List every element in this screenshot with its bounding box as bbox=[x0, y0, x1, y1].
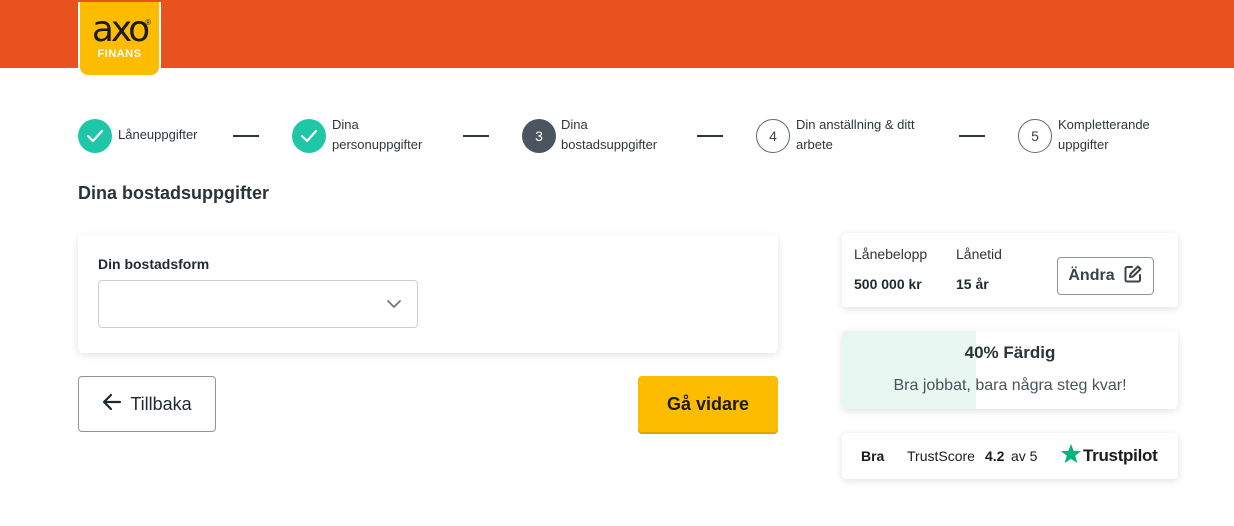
step-connector bbox=[697, 135, 723, 137]
loan-term-value: 15 år bbox=[956, 276, 989, 292]
loan-summary-card: Lånebelopp 500 000 kr Lånetid 15 år Ändr… bbox=[842, 233, 1178, 307]
step-4-label-line2: arbete bbox=[796, 137, 833, 152]
step-3-label: Dina bostadsuppgifter bbox=[561, 115, 657, 155]
continue-button[interactable]: Gå vidare bbox=[638, 376, 778, 432]
edit-loan-button[interactable]: Ändra bbox=[1057, 257, 1154, 295]
step-2-label: Dina personuppgifter bbox=[332, 115, 422, 155]
edit-button-label: Ändra bbox=[1068, 267, 1115, 284]
progress-title: 40% Färdig bbox=[964, 343, 1056, 362]
edit-icon bbox=[1123, 264, 1143, 289]
trust-score-value: 4.2 bbox=[985, 448, 1005, 464]
step-3-number: 3 bbox=[522, 119, 556, 153]
housing-form-card: Din bostadsform bbox=[78, 235, 778, 353]
step-5-label-line1: Kompletterande bbox=[1058, 117, 1150, 132]
logo-registered-mark: ® bbox=[145, 18, 151, 27]
trust-score-suffix: av 5 bbox=[1011, 448, 1038, 464]
progress-card: 40% Färdig Bra jobbat, bara några steg k… bbox=[842, 331, 1178, 409]
housing-type-label: Din bostadsform bbox=[98, 256, 210, 272]
step-5-label: Kompletterande uppgifter bbox=[1058, 115, 1150, 155]
step-2-label-line2: personuppgifter bbox=[332, 137, 423, 152]
step-5-number: 5 bbox=[1018, 119, 1052, 153]
step-3-label-line2: bostadsuppgifter bbox=[561, 137, 658, 152]
trustpilot-widget[interactable]: Bra TrustScore 4.2 av 5 Trustpilot bbox=[842, 433, 1178, 479]
step-1-label: Låneuppgifter bbox=[118, 125, 198, 145]
loan-term-label: Lånetid bbox=[956, 246, 1002, 262]
step-3-label-line1: Dina bbox=[561, 117, 588, 132]
trust-score-label: TrustScore bbox=[907, 448, 975, 464]
axo-finans-logo[interactable]: axo ® FINANS bbox=[78, 2, 161, 77]
top-header-bar bbox=[0, 0, 1234, 68]
step-4-label-line1: Din anställning & ditt bbox=[796, 117, 915, 132]
trustpilot-wordmark: Trustpilot bbox=[1083, 446, 1158, 465]
progress-subtitle: Bra jobbat, bara några steg kvar! bbox=[893, 377, 1127, 394]
step-5-label-line2: uppgifter bbox=[1058, 137, 1109, 152]
trustpilot-star-icon bbox=[1060, 443, 1082, 470]
step-4-label: Din anställning & ditt arbete bbox=[796, 115, 915, 155]
step-2-label-line1: Dina bbox=[332, 117, 359, 132]
step-2-check-icon bbox=[292, 119, 326, 153]
step-1-label-text: Låneuppgifter bbox=[118, 127, 198, 142]
back-button[interactable]: Tillbaka bbox=[78, 376, 216, 432]
step-connector bbox=[959, 135, 985, 137]
arrow-left-icon bbox=[102, 393, 122, 416]
housing-type-select[interactable] bbox=[98, 280, 418, 328]
step-connector bbox=[233, 135, 259, 137]
loan-amount-label: Lånebelopp bbox=[854, 246, 928, 262]
trust-rating-word: Bra bbox=[861, 448, 885, 464]
loan-amount-value: 500 000 kr bbox=[854, 276, 922, 292]
chevron-down-icon bbox=[385, 295, 403, 318]
back-button-label: Tillbaka bbox=[130, 393, 192, 414]
step-connector bbox=[463, 135, 489, 137]
logo-wordmark: axo bbox=[91, 9, 150, 50]
step-1-check-icon bbox=[78, 119, 112, 153]
step-4-number: 4 bbox=[756, 119, 790, 153]
page-title: Dina bostadsuppgifter bbox=[78, 183, 270, 203]
